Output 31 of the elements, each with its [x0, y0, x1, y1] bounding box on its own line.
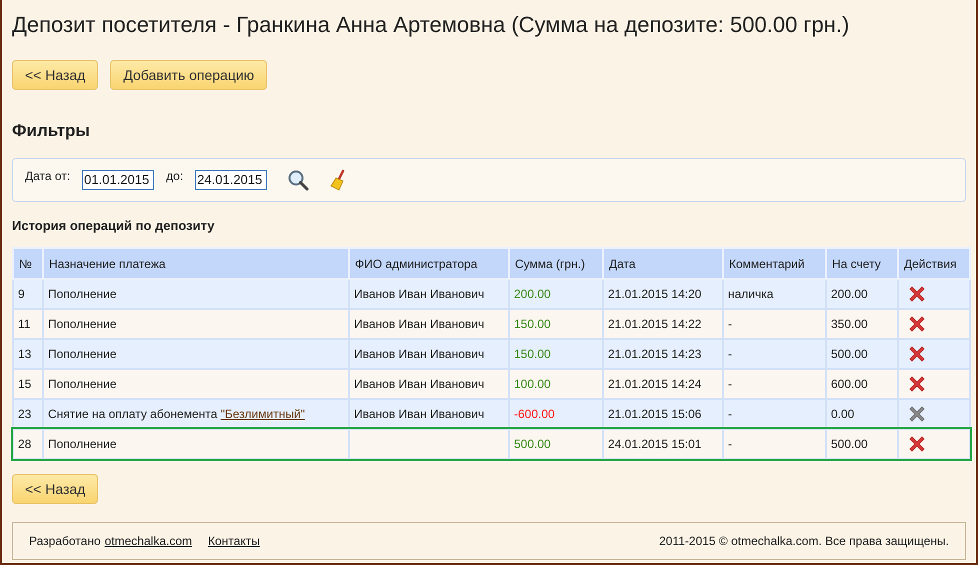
- add-operation-button[interactable]: Добавить операцию: [110, 60, 268, 90]
- table-cell: 28: [13, 429, 43, 459]
- delete-icon[interactable]: [907, 344, 927, 364]
- table-cell: -: [723, 429, 826, 459]
- delete-icon[interactable]: [907, 374, 927, 394]
- table-cell: Снятие на оплату абонемента: [48, 407, 218, 421]
- copyright-text: 2011-2015 © otmechalka.com. Все права защищены.: [659, 533, 949, 550]
- delete-icon[interactable]: [907, 314, 927, 334]
- site-link[interactable]: otmechalka.com: [104, 532, 192, 550]
- search-icon[interactable]: [287, 168, 310, 190]
- delete-icon[interactable]: [907, 434, 927, 454]
- table-cell: 500.00: [509, 429, 603, 459]
- delete-icon[interactable]: [907, 284, 927, 304]
- date-to-field[interactable]: 24.01.2015: [195, 170, 268, 190]
- table-cell: Пополнение: [43, 429, 349, 459]
- filters-heading: Фильтры: [12, 120, 91, 142]
- column-header: №: [13, 248, 43, 279]
- back-button[interactable]: << Назад: [12, 474, 98, 504]
- date-from-label: Дата от:: [25, 168, 70, 184]
- subscription-link[interactable]: "Безлимитный": [220, 407, 305, 421]
- developed-by-text: Разработано: [29, 533, 101, 550]
- table-cell: 500.00: [826, 429, 898, 459]
- contacts-link[interactable]: Контакты: [208, 532, 260, 550]
- date-to-label: до:: [166, 168, 184, 184]
- column-header: Назначение платежа: [43, 248, 349, 279]
- table-cell: 24.01.2015 15:01: [603, 429, 723, 459]
- date-from-field[interactable]: 01.01.2015: [82, 170, 154, 190]
- page-title: Депозит посетителя - Гранкина Анна Артемовна (Сумма на депозите: 500.00 грн.): [12, 11, 850, 39]
- history-heading: История операций по депозиту: [12, 216, 216, 235]
- back-button[interactable]: << Назад: [12, 60, 98, 90]
- column-header: ФИО администратора: [349, 248, 509, 279]
